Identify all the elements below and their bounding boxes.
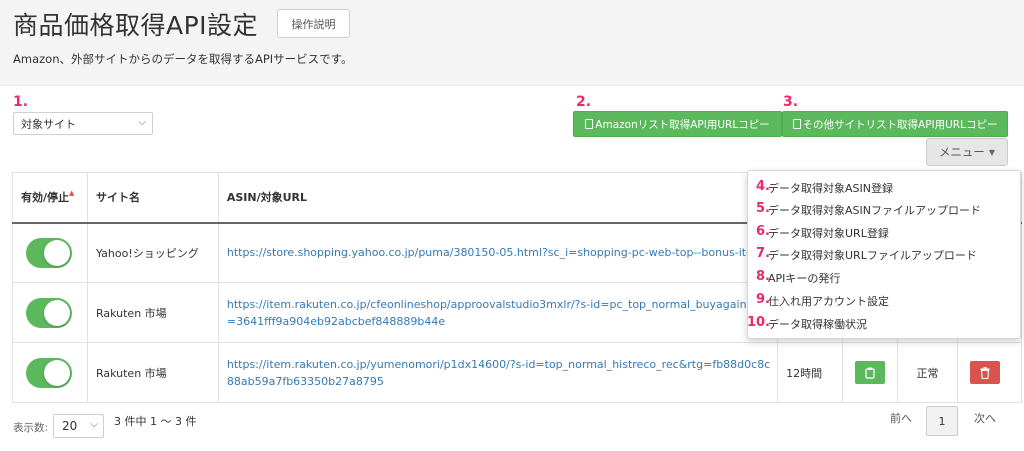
header-status[interactable]: 有効/停止▲ [12,172,88,224]
copy-button[interactable] [855,361,886,384]
target-url-link[interactable]: https://item.rakuten.co.jp/yumenomori/p1… [227,356,777,390]
sort-asc-icon: ▲ [69,189,75,198]
header-site: サイト名 [86,172,219,224]
menu-item-purchase-account[interactable]: 9. 仕入れ用アカウント設定 [748,289,1020,311]
menu-item-fetch-status[interactable]: 10. データ取得稼働状況 [746,312,1020,334]
fetch-interval: 12時間 [777,342,844,403]
next-page-button[interactable]: 次へ [974,410,996,426]
fetch-status: 正常 [897,342,958,403]
site-name: Yahoo!ショッピング [86,222,219,283]
page-header: 商品価格取得API設定 操作説明 Amazon、外部サイトからのデータを取得する… [0,0,1024,86]
clipboard-icon [792,119,801,129]
result-count: 3 件中 1 〜 3 件 [114,415,197,428]
menu-item-asin-register[interactable]: 4. データ取得対象ASIN登録 [748,176,1020,198]
menu-item-url-file-upload[interactable]: 7. データ取得対象URLファイルアップロード [748,243,1020,265]
annotation-1: 1. [13,94,29,110]
chevron-down-icon: ⌵ [90,419,98,430]
delete-button[interactable] [969,361,1000,384]
menu-button[interactable]: メニュー ▼ [926,138,1008,166]
clipboard-icon [865,367,875,379]
menu-item-asin-file-upload[interactable]: 5. データ取得対象ASINファイルアップロード [748,198,1020,220]
prev-page-button[interactable]: 前へ [890,410,912,426]
amazon-url-copy-label: Amazonリスト取得API用URLコピー [595,118,770,131]
annotation-3: 3. [783,94,799,110]
site-name: Rakuten 市場 [86,342,219,403]
help-button[interactable]: 操作説明 [277,9,350,38]
table-footer: 表示数: 20 ⌵ 3 件中 1 〜 3 件 前へ 1 次へ [0,402,1024,451]
site-select-value: 対象サイト [21,117,76,131]
header-url: ASIN/対象URL [217,172,779,224]
amazon-url-copy-button[interactable]: Amazonリスト取得API用URLコピー [573,111,782,137]
caret-down-icon: ▼ [988,147,996,157]
other-site-url-copy-label: その他サイトリスト取得API用URLコピー [802,118,998,131]
clipboard-icon [585,119,594,129]
other-site-url-copy-button[interactable]: その他サイトリスト取得API用URLコピー [782,111,1008,137]
annotation-2: 2. [576,94,592,110]
menu-item-api-key[interactable]: 8. APIキーの発行 [748,266,1020,288]
site-name: Rakuten 市場 [86,282,219,343]
table-row: Rakuten 市場 https://item.rakuten.co.jp/yu… [12,342,1023,403]
chevron-down-icon: ⌵ [138,117,146,128]
page-size-label: 表示数: [13,422,49,434]
annotation-10: 10. [746,315,770,330]
page-title: 商品価格取得API設定 [13,11,259,40]
enable-toggle[interactable] [26,297,72,328]
menu-item-url-register[interactable]: 6. データ取得対象URL登録 [748,221,1020,243]
site-select[interactable]: 対象サイト ⌵ [13,112,153,135]
menu-dropdown: 4. データ取得対象ASIN登録 5. データ取得対象ASINファイルアップロー… [747,170,1021,339]
page-subtitle: Amazon、外部サイトからのデータを取得するAPIサービスです。 [13,52,353,66]
menu-button-label: メニュー [938,145,985,159]
enable-toggle[interactable] [26,357,72,388]
page-size-select[interactable]: 20 ⌵ [53,414,104,438]
trash-icon [980,366,990,379]
target-url-link[interactable]: https://store.shopping.yahoo.co.jp/puma/… [227,244,777,261]
enable-toggle[interactable] [26,237,72,268]
current-page-button[interactable]: 1 [926,406,958,436]
target-url-link[interactable]: https://item.rakuten.co.jp/cfeonlineshop… [227,296,777,330]
